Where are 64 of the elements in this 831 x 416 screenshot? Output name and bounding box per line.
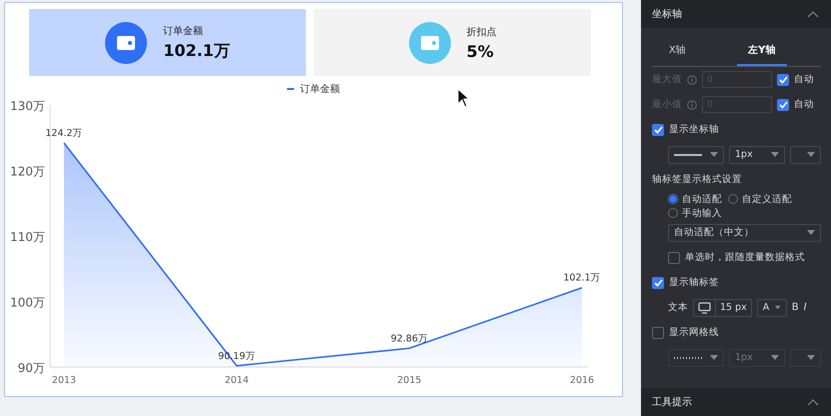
checkbox-label: 自动 xyxy=(794,98,814,111)
info-icon xyxy=(687,100,697,110)
caret-icon xyxy=(771,152,779,157)
color-select[interactable] xyxy=(790,146,821,164)
caret-icon xyxy=(807,355,815,360)
wallet-icon xyxy=(105,22,148,64)
kpi-value: 5% xyxy=(466,42,495,60)
y-tick-label: 100万 xyxy=(10,296,45,310)
y-tick-label: 110万 xyxy=(10,230,45,244)
caret-icon xyxy=(710,152,718,157)
data-label: 124.2万 xyxy=(45,128,83,139)
italic-button[interactable]: I xyxy=(804,302,807,313)
kpi-label: 订单金额 xyxy=(163,24,204,38)
checkbox[interactable] xyxy=(652,276,664,288)
line-style-select[interactable] xyxy=(668,146,724,164)
field-label: 最大值 xyxy=(652,73,682,86)
color-select[interactable] xyxy=(790,348,821,366)
checkbox-label: 显示坐标轴 xyxy=(669,123,719,136)
radio-option[interactable]: 手动输入 xyxy=(668,206,722,220)
checkbox-label: 显示轴标签 xyxy=(669,276,719,289)
checkbox-label: 自动 xyxy=(794,73,814,86)
font-size-field[interactable]: 15 px xyxy=(693,298,752,316)
x-tick-label: 2014 xyxy=(224,375,249,386)
section-header[interactable]: 坐标轴 xyxy=(641,0,831,28)
wallet-icon xyxy=(408,22,450,64)
kpi-card[interactable]: 折扣点 5% xyxy=(314,9,591,76)
x-tick-label: 2016 xyxy=(570,375,594,386)
checkbox[interactable] xyxy=(668,252,680,264)
x-tick-label: 2013 xyxy=(52,375,76,386)
section-title: 工具提示 xyxy=(652,396,692,409)
kpi-value: 102.1万 xyxy=(163,40,230,62)
checkbox-label: 显示网格线 xyxy=(669,326,719,339)
caret-icon xyxy=(807,152,815,157)
caret-icon xyxy=(710,355,718,360)
font-color-select[interactable]: A xyxy=(756,298,787,316)
section-title: 坐标轴 xyxy=(652,8,682,21)
y-tick-label: 130万 xyxy=(10,99,45,113)
info-icon xyxy=(687,74,697,84)
width-select[interactable]: 1px xyxy=(729,146,785,164)
radio-option[interactable]: 自定义适配 xyxy=(728,192,792,206)
field-label: 最小值 xyxy=(652,98,682,111)
mouse-pointer-icon xyxy=(457,88,471,108)
format-dropdown[interactable]: 自动适配（中文） xyxy=(668,224,821,242)
x-tick-label: 2015 xyxy=(397,375,422,386)
legend-item[interactable]: 订单金额 xyxy=(287,81,340,96)
axis-tab[interactable]: X轴 xyxy=(652,38,702,66)
y-tick-label: 120万 xyxy=(10,164,45,178)
checkbox-label: 单选时，跟随度量数据格式 xyxy=(685,251,805,264)
kpi-label: 折扣点 xyxy=(466,26,496,38)
section-header[interactable]: 工具提示 xyxy=(641,388,831,416)
caret-icon xyxy=(775,305,781,310)
y-tick-label: 90万 xyxy=(18,361,45,375)
axis-tab[interactable]: 左Y轴 xyxy=(736,38,787,66)
kpi-card[interactable]: 订单金额 102.1万 xyxy=(29,9,306,76)
section-label: 轴标签显示格式设置 xyxy=(652,173,742,186)
radio-option[interactable]: 自动适配 xyxy=(668,192,722,206)
checkbox[interactable] xyxy=(652,124,664,136)
data-label: 92.86万 xyxy=(390,333,428,344)
bold-button[interactable]: B xyxy=(792,302,799,313)
checkbox[interactable] xyxy=(652,326,664,338)
field-label: 文本 xyxy=(668,301,688,314)
caret-icon xyxy=(771,355,779,360)
caret-icon xyxy=(807,230,815,235)
data-label: 102.1万 xyxy=(563,272,601,284)
